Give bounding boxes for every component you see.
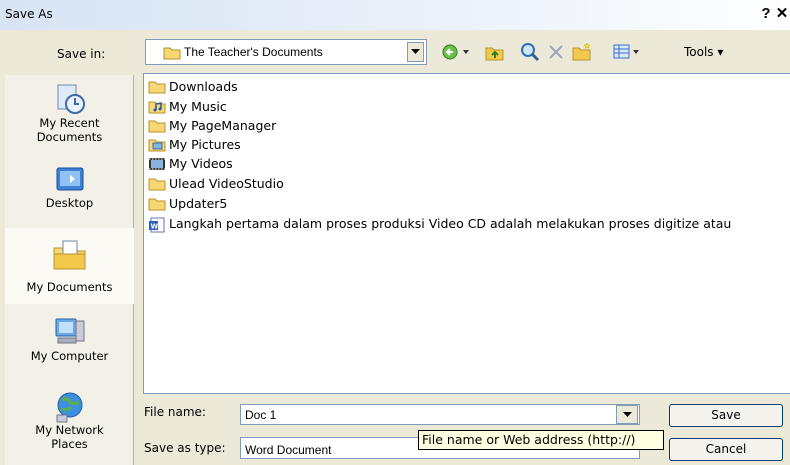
place-label-line2: Documents [36,130,103,144]
desktop-icon [56,167,83,191]
place-desktop[interactable]: Desktop [5,162,134,222]
save-in-dropdown-arrow[interactable] [407,42,424,62]
views-icon[interactable] [612,42,644,62]
music-folder-icon [148,101,166,114]
save-button[interactable]: Save [669,404,783,427]
tooltip: File name or Web address (http://) [418,430,664,450]
word-document-icon: W [149,217,165,233]
title-bar[interactable]: Save As ? ✕ [0,0,790,30]
place-label-line1: My Recent [39,116,100,130]
folder-icon [148,81,166,94]
chevron-down-icon [623,412,632,417]
save-in-label-text: Save in: [57,47,106,61]
place-label: My Documents [26,280,113,294]
save-in-label: Save in: [57,47,105,61]
place-label: Desktop [45,196,94,210]
places-bar: My Recent Documents Desktop My Documents [5,75,134,465]
new-folder-icon[interactable] [571,42,593,62]
file-name: Downloads [169,79,238,94]
file-name: My Videos [169,156,233,171]
recent-documents-icon [57,84,85,114]
folder-icon [148,198,166,211]
place-label-line1: My Network [35,423,104,437]
tools-menu[interactable]: Tools ▾ [684,45,723,59]
file-name: Langkah pertama dalam proses produksi Vi… [169,216,732,231]
search-web-icon[interactable] [520,42,540,62]
place-label: My Computer [30,349,109,363]
close-button[interactable]: ✕ [774,6,790,22]
svg-text:W: W [151,223,159,231]
folder-icon [148,120,166,133]
help-button[interactable]: ? [759,6,773,22]
file-name-label: File name: [144,405,206,419]
folder-icon [163,47,181,60]
up-folder-icon[interactable] [484,42,506,62]
file-name: Ulead VideoStudio [169,176,284,191]
file-name: My Pictures [169,137,241,152]
place-my-documents[interactable]: My Documents [5,228,134,304]
file-name: My Music [169,99,227,114]
save-in-dropdown[interactable]: The Teacher's Documents [145,39,427,65]
chevron-down-icon [411,49,420,54]
cancel-button[interactable]: Cancel [669,438,783,461]
window-title: Save As [5,7,53,21]
file-list[interactable]: Downloads My Music My PageManager My Pic… [143,73,790,394]
my-computer-icon [55,318,84,344]
save-as-type-label: Save as type: [144,441,226,455]
file-name-dropdown-arrow[interactable] [616,405,638,424]
save-as-dialog: Save As ? ✕ Save in: The Teacher's Docum… [0,0,790,465]
tools-label: Tools [684,45,714,59]
back-icon[interactable] [441,42,475,62]
place-my-computer[interactable]: My Computer [5,315,134,377]
folder-icon [148,178,166,191]
pictures-folder-icon [148,139,166,152]
file-name-field[interactable]: Doc 1 [240,404,640,425]
place-my-network-places[interactable]: My Network Places [5,391,134,465]
file-name: My PageManager [169,118,277,133]
network-places-icon [56,392,82,423]
file-name: Updater5 [169,196,228,211]
save-in-value: The Teacher's Documents [184,45,323,59]
delete-icon[interactable] [547,42,565,62]
videos-folder-icon [149,158,165,170]
place-my-recent-documents[interactable]: My Recent Documents [5,82,134,154]
my-documents-icon [53,240,85,270]
place-label-line2: Places [51,437,88,451]
